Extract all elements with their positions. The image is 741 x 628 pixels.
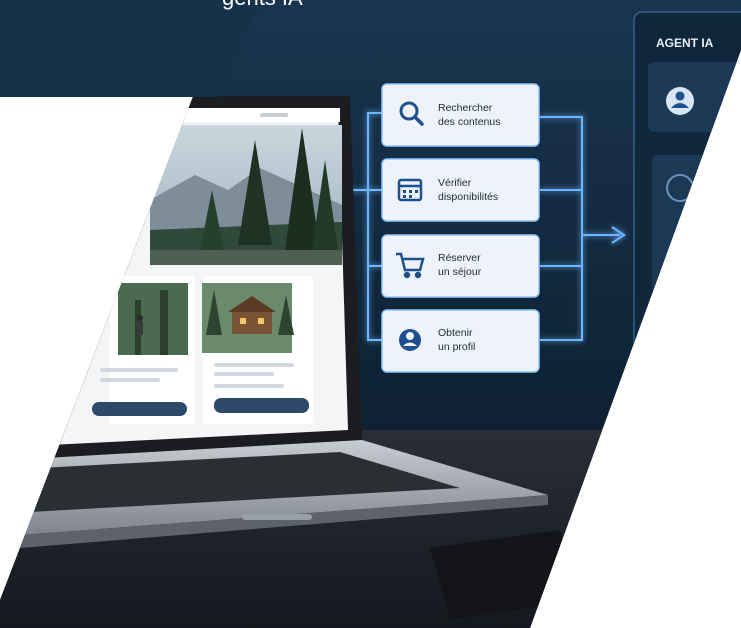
agent-panel: AGENT IA [633,11,741,433]
hero-image [150,125,342,265]
action-label-line2: un séjour [438,266,482,278]
action-card-search[interactable]: Rechercher des contenus [381,83,540,147]
action-label-line1: Rechercher [438,102,493,114]
action-card-profile[interactable]: Obtenir un profil [381,309,540,373]
action-card-booking[interactable]: Réserver un séjour [381,234,540,298]
listing-image-trail [118,283,188,355]
listing-button[interactable] [214,398,309,413]
action-card-availability[interactable]: Vérifier disponibilités [381,158,540,222]
agent-panel-title: AGENT IA [656,36,714,50]
listing-button[interactable] [92,402,187,416]
action-label-line2: disponibilités [438,191,498,203]
user-icon [399,329,421,351]
illustration: AGENT IA Rechercher des contenus Vérifie… [0,0,741,628]
action-label-line1: Vérifier [438,177,472,189]
header-title-fragment: gents IA [222,0,303,10]
action-label-line2: un profil [438,341,475,353]
action-label-line1: Obtenir [438,327,473,339]
action-label-line1: Réserver [438,252,481,264]
action-label-line2: des contenus [438,116,500,128]
avatar [666,87,694,115]
header-band [0,0,262,97]
